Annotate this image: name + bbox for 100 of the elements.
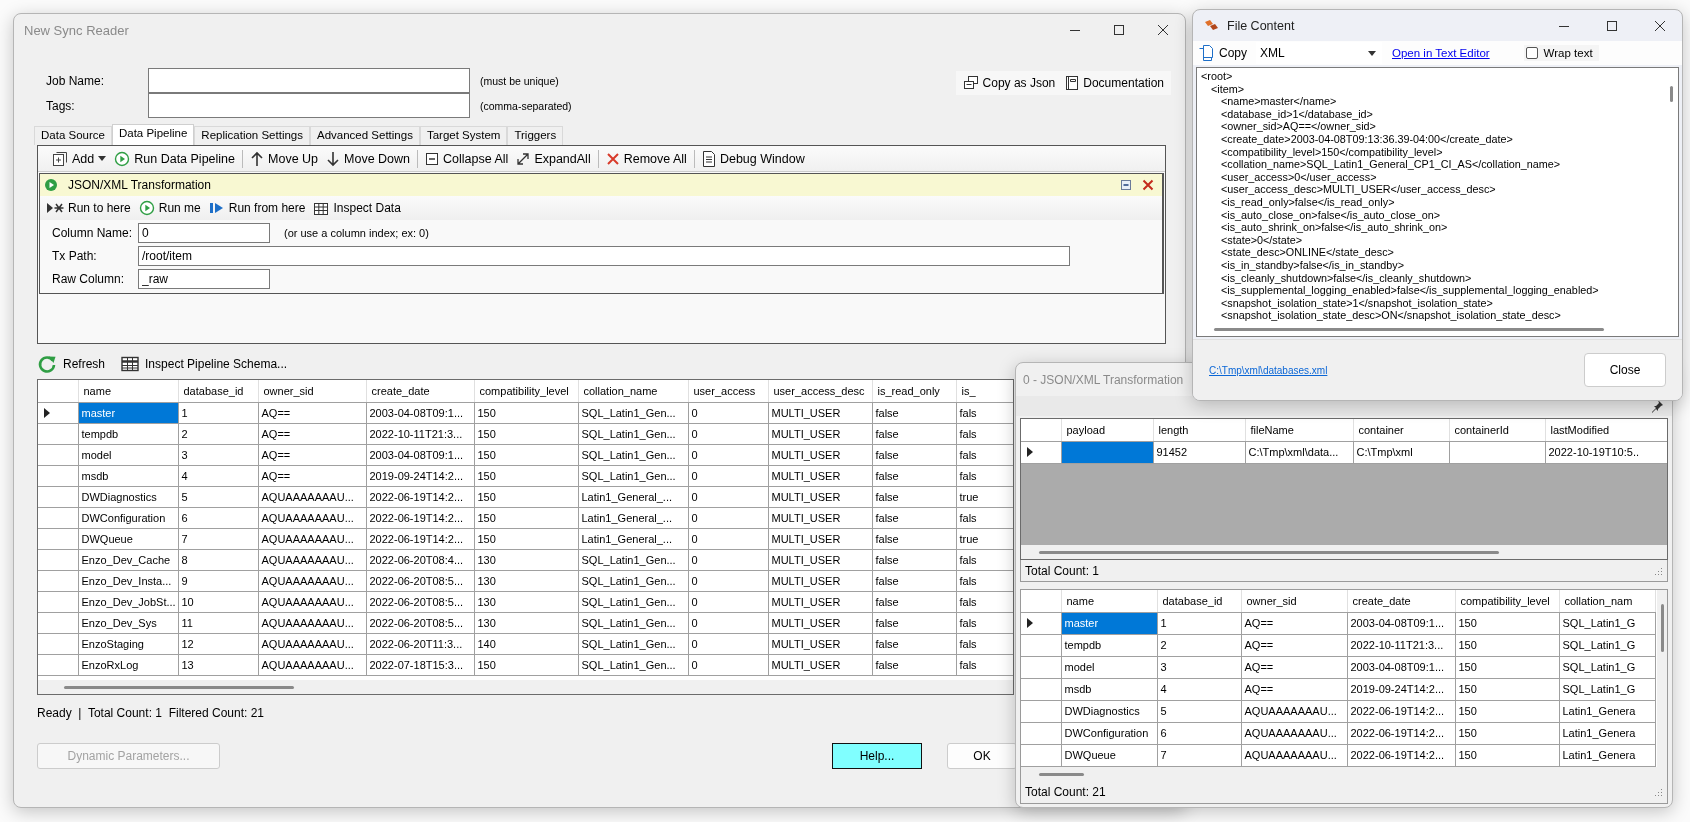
column-header[interactable]: payload [1061, 419, 1153, 441]
table-cell: AQUAAAAAAAU... [258, 570, 366, 591]
column-header[interactable]: create_date [1347, 590, 1455, 612]
scrollbar-thumb[interactable] [1660, 604, 1664, 652]
table-cell: 2022-10-11T21:3... [1347, 634, 1455, 656]
table-cell[interactable]: DWConfiguration [1061, 722, 1157, 744]
toolbar-button[interactable]: Add [48, 148, 111, 169]
scrollbar-thumb[interactable] [64, 685, 294, 689]
toolbar-button[interactable]: Inspect Data [309, 199, 405, 217]
table-cell[interactable]: Enzo_Dev_JobSt... [78, 591, 178, 612]
close-button[interactable]: Close [1584, 353, 1666, 387]
column-header[interactable]: collation_nam [1559, 590, 1655, 612]
close-icon[interactable] [1654, 19, 1666, 32]
table-cell[interactable]: msdb [78, 465, 178, 486]
column-header[interactable]: user_access_desc [768, 380, 872, 402]
table-cell[interactable]: EnzoStaging [78, 633, 178, 654]
toolbar-button[interactable]: Move Down [322, 148, 415, 169]
column-header[interactable]: compatibility_level [474, 380, 578, 402]
column-header[interactable]: collation_name [578, 380, 688, 402]
table-cell: 7 [178, 528, 258, 549]
table-cell[interactable]: tempdb [78, 423, 178, 444]
column-header[interactable]: containerId [1449, 419, 1545, 441]
column-header[interactable]: name [78, 380, 178, 402]
column-header[interactable]: owner_sid [258, 380, 366, 402]
column-header[interactable]: lastModified [1545, 419, 1667, 441]
pin-icon[interactable] [1650, 399, 1664, 413]
tab[interactable]: Data Source [34, 126, 112, 145]
column-header[interactable]: is_read_only [872, 380, 956, 402]
play-asterisk-icon [46, 201, 64, 215]
dialog-button[interactable]: OK [947, 743, 1017, 769]
table-cell: 2022-06-20T08:4... [366, 549, 474, 570]
open-editor-link[interactable]: Open in Text Editor [1392, 47, 1490, 59]
tab[interactable]: Advanced Settings [310, 126, 420, 145]
toolbar-button[interactable]: Remove All [601, 149, 691, 168]
text-field[interactable] [148, 68, 470, 93]
column-header[interactable]: name [1061, 590, 1157, 612]
toolbar-button[interactable]: Run to here [42, 200, 135, 216]
text-field[interactable]: 0 [138, 223, 270, 243]
toolbar-button[interactable]: Collapse All [421, 149, 513, 168]
close-icon[interactable] [1142, 179, 1154, 191]
resize-grip-icon[interactable] [1653, 787, 1663, 797]
collapse-icon[interactable] [1120, 179, 1132, 191]
table-cell[interactable]: msdb [1061, 678, 1157, 700]
table-cell[interactable]: tempdb [1061, 634, 1157, 656]
tab[interactable]: Replication Settings [194, 126, 310, 145]
tab[interactable]: Triggers [507, 126, 564, 145]
scrollbar-thumb[interactable] [1039, 550, 1499, 554]
scrollbar-thumb[interactable] [1039, 772, 1084, 776]
table-cell[interactable]: DWQueue [1061, 744, 1157, 766]
table-cell[interactable]: DWConfiguration [78, 507, 178, 528]
checkbox[interactable] [1525, 47, 1538, 59]
resize-grip-icon[interactable] [1653, 565, 1663, 576]
copy-button[interactable]: Copy [1195, 43, 1250, 63]
code-line: <is_cleanly_shutdown>false</is_cleanly_shutdown> [1221, 271, 1472, 284]
table-cell[interactable]: model [78, 444, 178, 465]
table-cell[interactable]: DWDiagnostics [78, 486, 178, 507]
file-path-link[interactable]: C:\Tmp\xml\databases.xml [1209, 364, 1328, 376]
table-cell[interactable]: model [1061, 656, 1157, 678]
text-field[interactable]: _raw [138, 269, 270, 289]
table-cell[interactable]: EnzoRxLog [78, 654, 178, 675]
table-cell[interactable]: Enzo_Dev_Insta... [78, 570, 178, 591]
toolbar-button[interactable]: Copy as Json [957, 73, 1061, 93]
column-header[interactable]: user_access [688, 380, 768, 402]
column-header[interactable]: owner_sid [1241, 590, 1347, 612]
scrollbar-thumb[interactable] [1669, 86, 1673, 102]
tab[interactable]: Target System [419, 126, 508, 145]
toolbar-button[interactable]: ExpandAll [512, 149, 595, 168]
tab[interactable]: Data Pipeline [111, 124, 195, 145]
table-cell: AQUAAAAAAAU... [258, 486, 366, 507]
column-header[interactable]: compatibility_level [1455, 590, 1559, 612]
dialog-button[interactable]: Help... [832, 743, 922, 769]
column-header[interactable]: length [1153, 419, 1245, 441]
table-cell[interactable]: DWQueue [78, 528, 178, 549]
toolbar-button[interactable]: Run me [134, 199, 205, 217]
maximize-icon[interactable] [1113, 24, 1125, 36]
text-field[interactable] [148, 93, 470, 118]
text-field[interactable]: /root/item [138, 246, 1070, 266]
scrollbar-thumb[interactable] [1214, 327, 1604, 331]
toolbar-button[interactable]: Refresh [34, 353, 109, 375]
text-area[interactable] [1196, 67, 1679, 337]
toolbar-button[interactable]: Documentation [1060, 73, 1169, 93]
column-header[interactable]: database_id [1157, 590, 1241, 612]
column-header[interactable]: database_id [178, 380, 258, 402]
close-icon[interactable] [1157, 24, 1169, 36]
table-cell[interactable]: Enzo_Dev_Sys [78, 612, 178, 633]
column-header[interactable]: create_date [366, 380, 474, 402]
toolbar-button[interactable]: Move Up [246, 148, 323, 169]
table-cell: 11 [178, 612, 258, 633]
toolbar-button[interactable]: Run from here [204, 200, 310, 216]
table-cell: SQL_Latin1_Gen... [578, 633, 688, 654]
toolbar-button[interactable]: Inspect Pipeline Schema... [118, 355, 291, 373]
table-cell[interactable]: Enzo_Dev_Cache [78, 549, 178, 570]
toolbar-button[interactable]: Debug Window [697, 148, 809, 169]
column-header[interactable]: container [1353, 419, 1449, 441]
table-cell[interactable]: DWDiagnostics [1061, 700, 1157, 722]
table-cell: AQUAAAAAAAU... [258, 528, 366, 549]
maximize-icon[interactable] [1606, 19, 1618, 32]
column-header[interactable]: fileName [1245, 419, 1353, 441]
toolbar-button[interactable]: Run Data Pipeline [110, 148, 239, 169]
column-header[interactable]: is_ [956, 380, 1013, 402]
